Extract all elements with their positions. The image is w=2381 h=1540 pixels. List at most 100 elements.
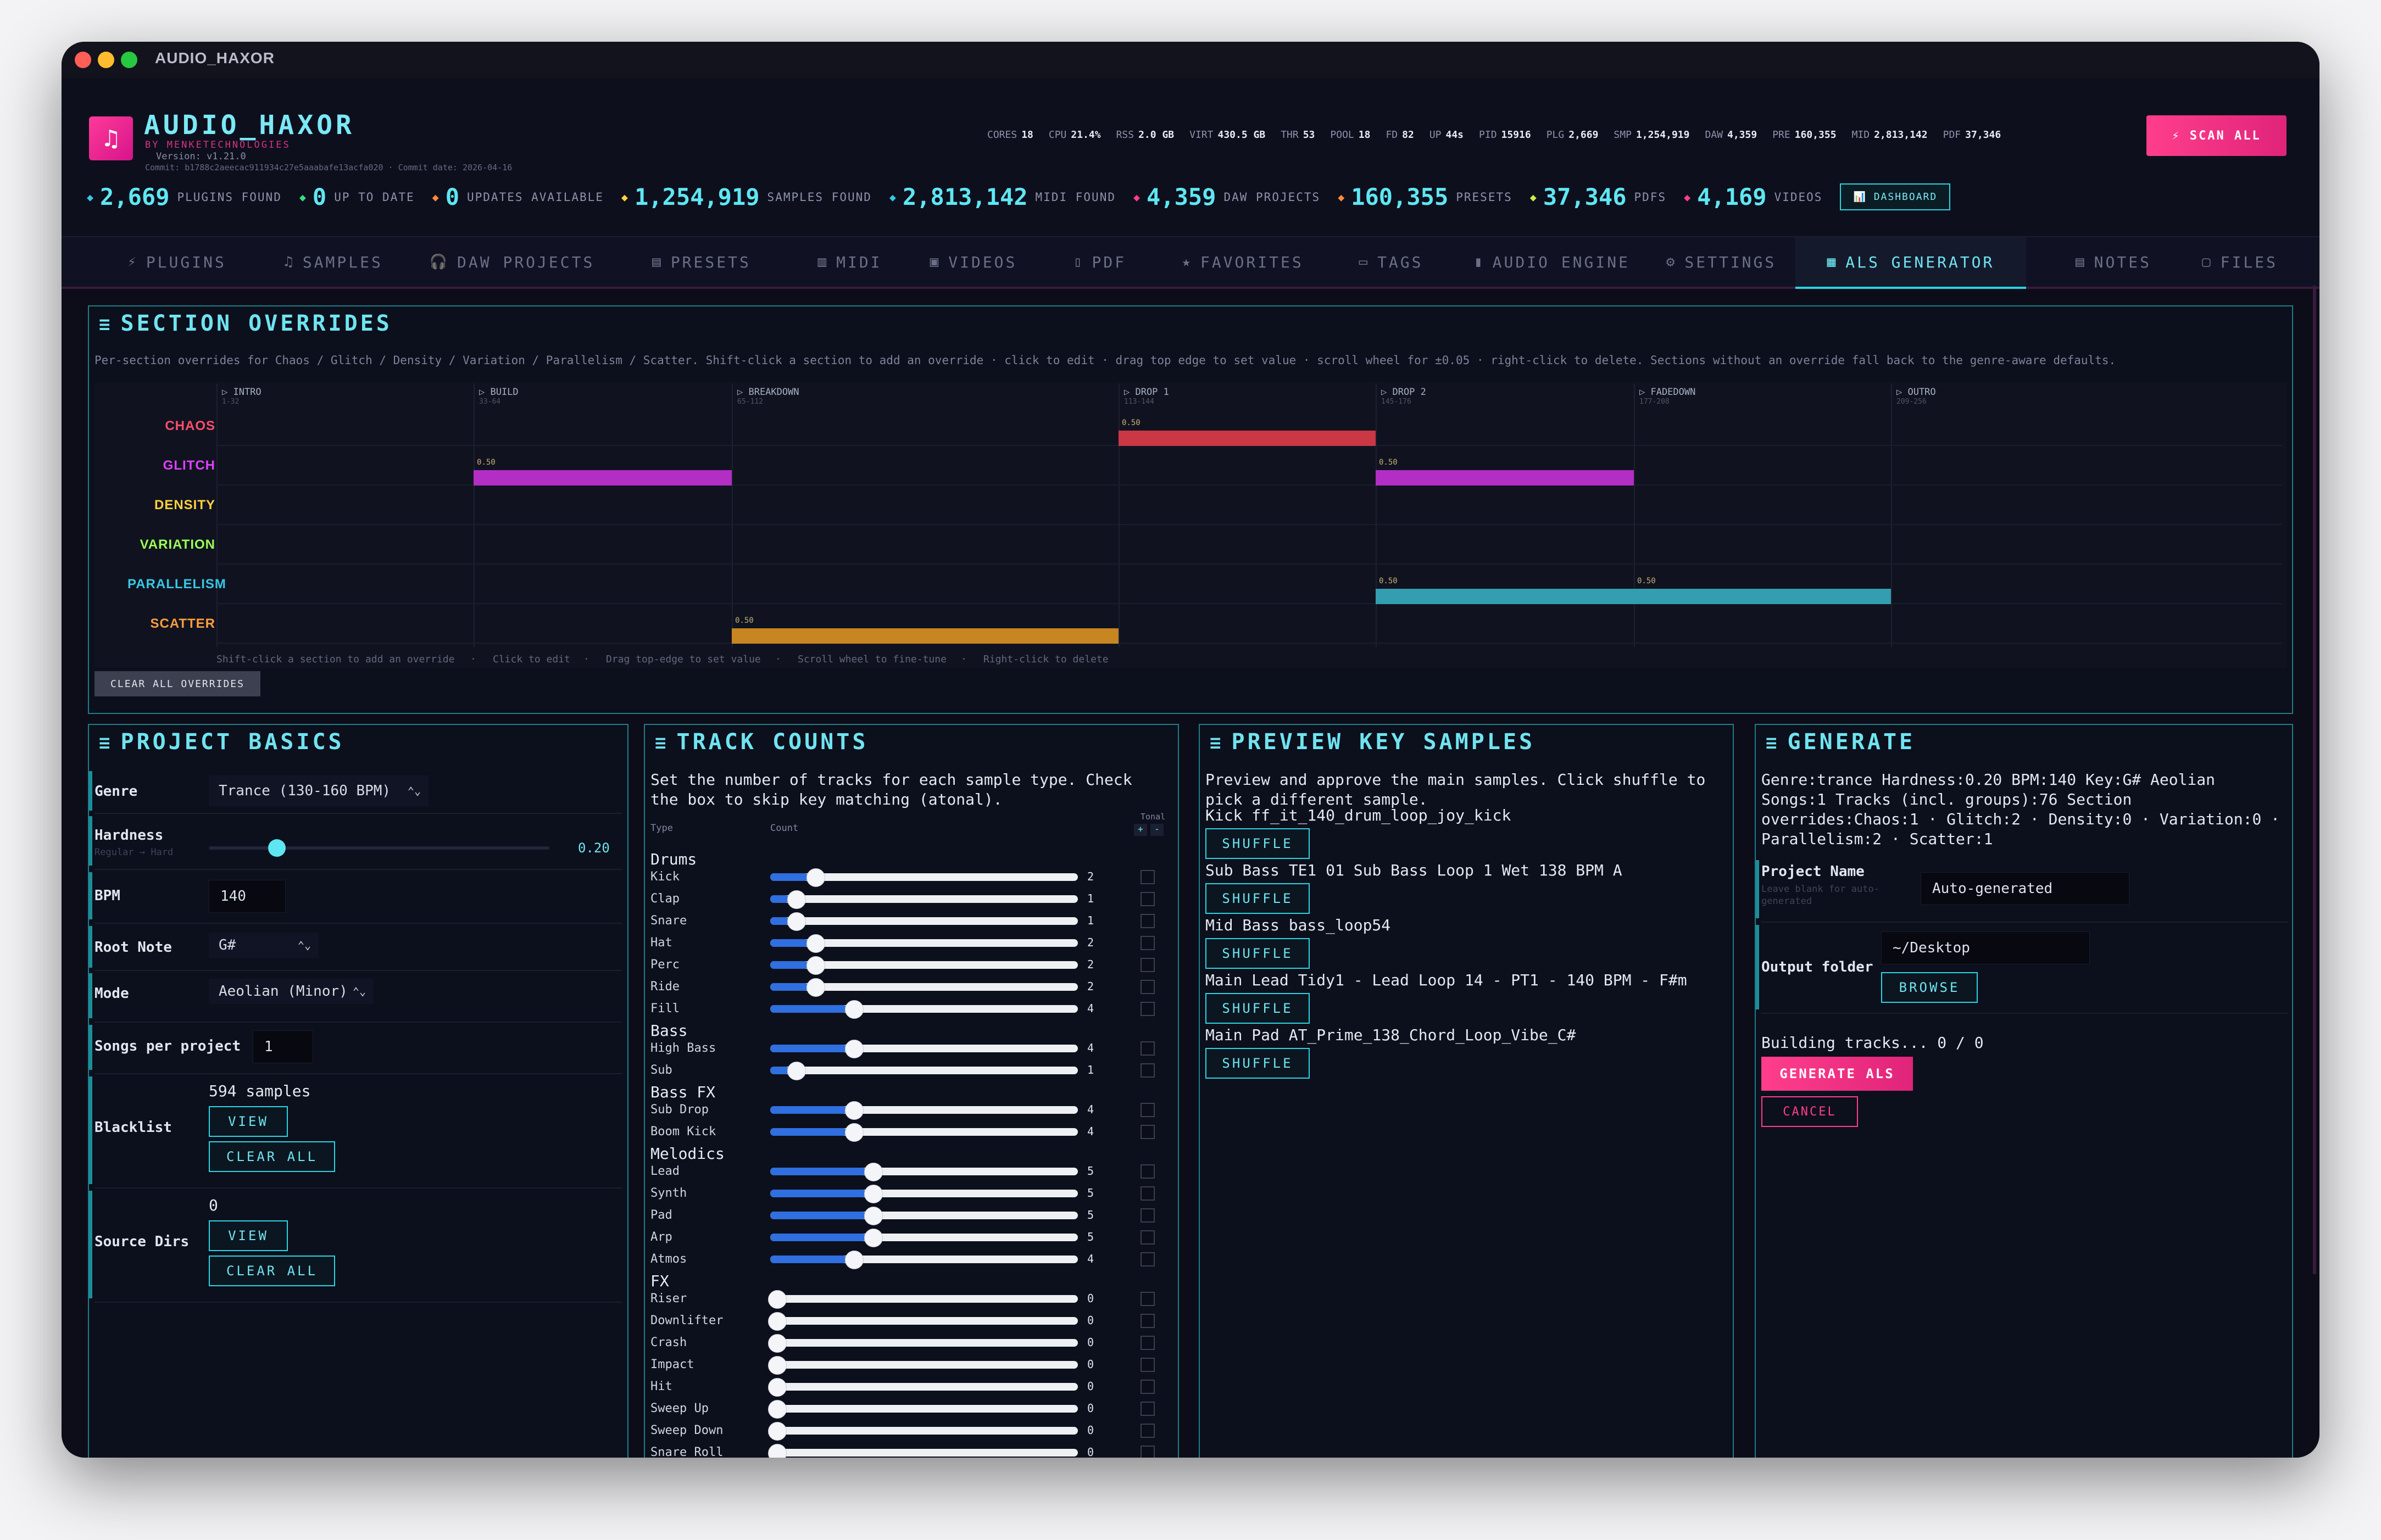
track-count-slider[interactable] <box>770 868 1078 887</box>
track-count-slider[interactable] <box>768 1400 1078 1419</box>
slider-knob[interactable] <box>845 1000 864 1019</box>
shuffle-button[interactable]: SHUFFLE <box>1205 938 1310 969</box>
track-count-slider[interactable] <box>770 934 1078 953</box>
slider-knob[interactable] <box>864 1229 883 1247</box>
tab-presets[interactable]: ▤ PRESETS <box>616 237 787 287</box>
track-count-slider[interactable] <box>768 1444 1078 1458</box>
tonal-checkbox[interactable] <box>1141 1252 1155 1266</box>
blacklist-clear-button[interactable]: CLEAR ALL <box>209 1141 335 1172</box>
tonal-checkbox[interactable] <box>1141 1063 1155 1078</box>
songs-per-project-input[interactable]: 1 <box>253 1030 313 1063</box>
tonal-checkbox[interactable] <box>1141 1402 1155 1416</box>
slider-knob[interactable] <box>787 1062 806 1080</box>
slider-knob[interactable] <box>845 1040 864 1058</box>
tonal-checkbox[interactable] <box>1141 1424 1155 1438</box>
shuffle-button[interactable]: SHUFFLE <box>1205 1048 1310 1079</box>
track-count-slider[interactable] <box>770 890 1078 909</box>
cancel-button[interactable]: CANCEL <box>1761 1096 1858 1127</box>
slider-knob[interactable] <box>864 1163 883 1181</box>
track-count-slider[interactable] <box>768 1356 1078 1375</box>
override-bar[interactable] <box>474 470 732 486</box>
tab-samples[interactable]: ♫ SAMPLES <box>259 237 408 287</box>
tab-daw-projects[interactable]: 🎧 DAW PROJECTS <box>419 237 605 287</box>
close-window-button[interactable] <box>75 52 91 68</box>
slider-knob[interactable] <box>768 1290 787 1309</box>
slider-knob[interactable] <box>806 956 825 975</box>
tonal-checkbox[interactable] <box>1141 980 1155 994</box>
tab-notes[interactable]: ▤ NOTES <box>2050 237 2177 287</box>
output-folder-input[interactable]: ~/Desktop <box>1881 931 2090 964</box>
track-count-slider[interactable] <box>768 1312 1078 1331</box>
shuffle-button[interactable]: SHUFFLE <box>1205 883 1310 914</box>
tab-files[interactable]: ▢ FILES <box>2185 237 2295 287</box>
tonal-checkbox[interactable] <box>1141 1103 1155 1117</box>
track-count-slider[interactable] <box>768 1422 1078 1441</box>
tonal-checkbox[interactable] <box>1141 870 1155 884</box>
slider-knob[interactable] <box>845 1251 864 1269</box>
slider-knob[interactable] <box>864 1185 883 1203</box>
clear-all-overrides-button[interactable]: CLEAR ALL OVERRIDES <box>94 671 260 696</box>
project-name-input[interactable]: Auto-generated <box>1921 872 2129 905</box>
shuffle-button[interactable]: SHUFFLE <box>1205 993 1310 1024</box>
minimize-window-button[interactable] <box>98 52 114 68</box>
blacklist-view-button[interactable]: VIEW <box>209 1106 288 1137</box>
track-count-slider[interactable] <box>768 1378 1078 1397</box>
tonal-clear-all-button[interactable]: - <box>1150 824 1164 836</box>
tab-videos[interactable]: ▣ VIDEOS <box>910 237 1037 287</box>
override-bar[interactable] <box>1634 589 1891 604</box>
tonal-checkbox[interactable] <box>1141 936 1155 950</box>
slider-knob[interactable] <box>768 1334 787 1353</box>
override-bar[interactable] <box>1376 589 1634 604</box>
genre-select[interactable]: Trance (130-160 BPM) ⌃⌄ <box>209 775 429 806</box>
track-count-slider[interactable] <box>770 1040 1078 1058</box>
override-bar[interactable] <box>1119 431 1376 446</box>
browse-button[interactable]: BROWSE <box>1881 972 1978 1003</box>
overrides-grid[interactable] <box>94 382 2287 668</box>
tonal-checkbox[interactable] <box>1141 1380 1155 1394</box>
mode-select[interactable]: Aeolian (Minor) ⌃⌄ <box>209 979 374 1004</box>
track-count-slider[interactable] <box>770 912 1078 931</box>
track-count-slider[interactable] <box>770 1229 1078 1247</box>
tab-tags[interactable]: ▭ TAGS <box>1336 237 1446 287</box>
root-note-select[interactable]: G# ⌃⌄ <box>209 933 319 958</box>
track-count-slider[interactable] <box>768 1334 1078 1353</box>
slider-knob[interactable] <box>845 1101 864 1120</box>
tonal-select-all-button[interactable]: + <box>1134 824 1147 836</box>
source-dirs-clear-button[interactable]: CLEAR ALL <box>209 1256 335 1286</box>
tonal-checkbox[interactable] <box>1141 1336 1155 1350</box>
slider-knob[interactable] <box>806 934 825 953</box>
track-count-slider[interactable] <box>770 1101 1078 1120</box>
generate-als-button[interactable]: GENERATE ALS <box>1761 1057 1913 1091</box>
tab-als-generator[interactable]: ▦ ALS GENERATOR <box>1795 237 2026 289</box>
track-count-slider[interactable] <box>770 1251 1078 1269</box>
tonal-checkbox[interactable] <box>1141 892 1155 906</box>
slider-knob[interactable] <box>768 1400 787 1419</box>
slider-knob[interactable] <box>845 1123 864 1142</box>
slider-knob[interactable] <box>787 912 806 931</box>
slider-knob[interactable] <box>787 890 806 909</box>
tonal-checkbox[interactable] <box>1141 1208 1155 1223</box>
track-count-slider[interactable] <box>768 1290 1078 1309</box>
tonal-checkbox[interactable] <box>1141 1230 1155 1245</box>
zoom-window-button[interactable] <box>121 52 137 68</box>
slider-knob[interactable] <box>768 1312 787 1331</box>
track-count-slider[interactable] <box>770 1062 1078 1080</box>
tab-pdf[interactable]: ▯ PDF <box>1050 237 1149 287</box>
hardness-slider-knob[interactable] <box>268 839 286 857</box>
tonal-checkbox[interactable] <box>1141 1358 1155 1372</box>
tonal-checkbox[interactable] <box>1141 1292 1155 1306</box>
bpm-input[interactable]: 140 <box>209 880 286 913</box>
tonal-checkbox[interactable] <box>1141 1125 1155 1139</box>
slider-knob[interactable] <box>768 1444 787 1458</box>
tonal-checkbox[interactable] <box>1141 1446 1155 1458</box>
track-count-slider[interactable] <box>770 1207 1078 1225</box>
shuffle-button[interactable]: SHUFFLE <box>1205 828 1310 859</box>
tonal-checkbox[interactable] <box>1141 914 1155 928</box>
slider-knob[interactable] <box>768 1378 787 1397</box>
track-count-slider[interactable] <box>770 1163 1078 1181</box>
scrollbar[interactable] <box>2313 286 2316 1274</box>
tonal-checkbox[interactable] <box>1141 1002 1155 1016</box>
override-bar[interactable] <box>1376 470 1634 486</box>
tonal-checkbox[interactable] <box>1141 1164 1155 1179</box>
dashboard-button[interactable]: 📊 DASHBOARD <box>1840 183 1951 210</box>
